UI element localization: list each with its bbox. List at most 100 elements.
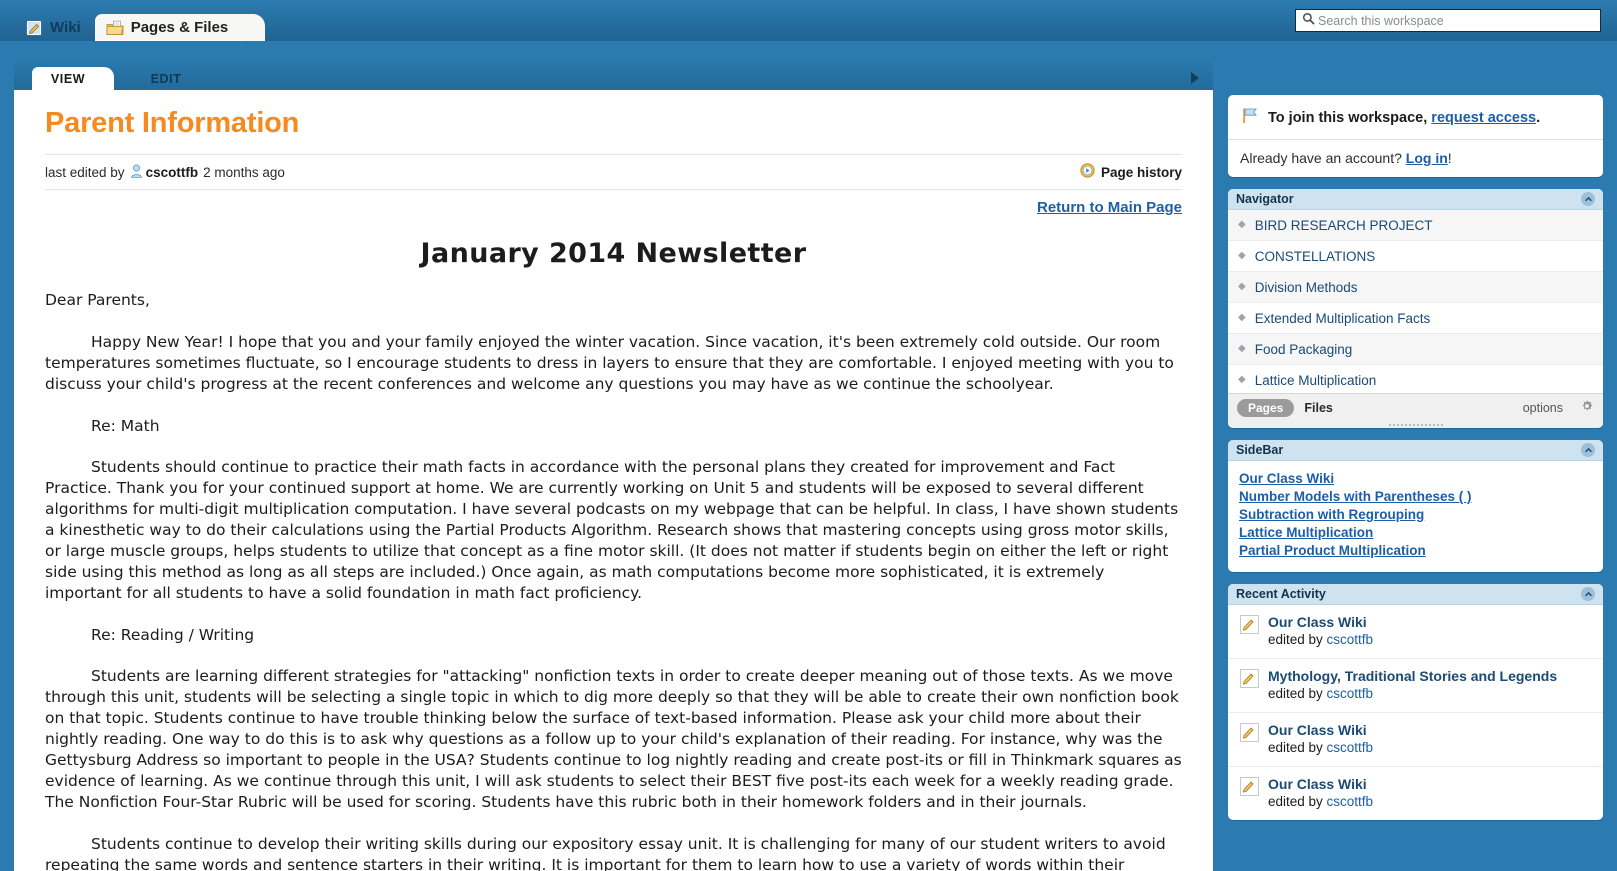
log-in-link[interactable]: Log in xyxy=(1406,150,1448,166)
last-editor-name[interactable]: cscottfb xyxy=(146,165,199,180)
activity-title[interactable]: Our Class Wiki xyxy=(1268,614,1373,631)
activity-subtitle: edited by cscottfb xyxy=(1268,631,1373,649)
newsletter-paragraph: Students continue to develop their writi… xyxy=(45,835,1166,871)
sidebar-links-list: Our Class Wiki Number Models with Parent… xyxy=(1228,461,1603,572)
recent-activity-card: Recent Activity Our Class Wiki edited by… xyxy=(1228,584,1603,820)
navigator-list: ◆ BIRD RESEARCH PROJECT ◆ CONSTELLATIONS ◆… xyxy=(1228,210,1603,393)
navigator-item[interactable]: ◆ BIRD RESEARCH PROJECT xyxy=(1228,210,1603,241)
sidebar-link[interactable]: Lattice Multiplication xyxy=(1239,524,1592,542)
activity-item[interactable]: Our Class Wiki edited by cscottfb xyxy=(1228,605,1603,659)
search-icon xyxy=(1302,12,1315,30)
newsletter-heading: January 2014 Newsletter xyxy=(420,238,807,269)
navigator-options-label[interactable]: options xyxy=(1523,401,1563,415)
sidebar-links-card: SideBar Our Class Wiki Number Models wit… xyxy=(1228,440,1603,572)
join-workspace-text: To join this workspace, request access. xyxy=(1268,110,1540,126)
pencil-icon xyxy=(1240,615,1259,634)
newsletter-paragraph: Dear Parents, xyxy=(45,291,150,309)
navigator-item[interactable]: ◆ CONSTELLATIONS xyxy=(1228,241,1603,272)
recent-activity-header: Recent Activity xyxy=(1228,584,1603,605)
activity-title[interactable]: Our Class Wiki xyxy=(1268,722,1373,739)
already-have-account-row: Already have an account? Log in! xyxy=(1228,139,1603,177)
sidebar-link[interactable]: Subtraction with Regrouping xyxy=(1239,506,1592,524)
newsletter-paragraph: Happy New Year! I hope that you and your… xyxy=(45,333,1174,393)
navigator-footer: Pages Files options xyxy=(1228,393,1603,421)
navigator-pages-tab[interactable]: Pages xyxy=(1237,398,1295,417)
pencil-icon xyxy=(1240,669,1259,688)
search-box[interactable] xyxy=(1295,9,1601,32)
page-content-card: Parent Information last edited by cscott… xyxy=(14,90,1213,871)
recent-activity-list: Our Class Wiki edited by cscottfb Mythol… xyxy=(1228,605,1603,820)
chevron-up-icon[interactable] xyxy=(1581,587,1595,601)
navigator-resize-handle[interactable] xyxy=(1228,421,1603,428)
activity-text: Mythology, Traditional Stories and Legen… xyxy=(1268,668,1557,703)
tab-edit-label: EDIT xyxy=(150,72,182,86)
activity-user[interactable]: cscottfb xyxy=(1327,632,1374,647)
navigator-item[interactable]: ◆ Division Methods xyxy=(1228,272,1603,303)
activity-action: edited by xyxy=(1268,632,1327,647)
activity-user[interactable]: cscottfb xyxy=(1327,740,1374,755)
newsletter-body: January 2014 Newsletter Dear Parents, Ha… xyxy=(45,238,1182,871)
activity-title[interactable]: Mythology, Traditional Stories and Legen… xyxy=(1268,668,1557,685)
page-history-label: Page history xyxy=(1100,164,1182,180)
navigator-title: Navigator xyxy=(1236,192,1294,206)
tab-overflow-arrow-icon[interactable] xyxy=(1191,72,1199,84)
bullet-icon: ◆ xyxy=(1238,343,1246,354)
search-input[interactable] xyxy=(1318,12,1600,29)
bullet-icon: ◆ xyxy=(1238,219,1246,230)
activity-subtitle: edited by cscottfb xyxy=(1268,685,1557,703)
join-workspace-row: To join this workspace, request access. xyxy=(1228,95,1603,139)
navigator-item-label: BIRD RESEARCH PROJECT xyxy=(1254,217,1433,233)
folder-page-icon xyxy=(106,19,124,37)
activity-item[interactable]: Our Class Wiki edited by cscottfb xyxy=(1228,713,1603,767)
return-to-main-page-link[interactable]: Return to Main Page xyxy=(1037,199,1182,216)
navigator-item[interactable]: ◆ Extended Multiplication Facts xyxy=(1228,303,1603,334)
chevron-up-icon[interactable] xyxy=(1581,443,1595,457)
sidebar-link[interactable]: Partial Product Multiplication xyxy=(1239,542,1592,560)
tab-edit[interactable]: EDIT xyxy=(130,67,202,91)
activity-item[interactable]: Mythology, Traditional Stories and Legen… xyxy=(1228,659,1603,713)
last-edited-label: last edited by xyxy=(45,164,125,180)
navigator-item-label: Lattice Multiplication xyxy=(1254,372,1377,388)
request-access-link[interactable]: request access xyxy=(1431,110,1536,126)
join-suffix: . xyxy=(1536,109,1541,126)
user-avatar-icon xyxy=(130,164,143,181)
navigator-card: Navigator ◆ BIRD RESEARCH PROJECT ◆ CONSTE… xyxy=(1228,189,1603,428)
flag-icon xyxy=(1240,106,1259,129)
clock-icon xyxy=(1080,163,1095,181)
navigator-header: Navigator xyxy=(1228,189,1603,210)
last-edited-time: 2 months ago xyxy=(203,164,285,180)
page-history-link[interactable]: Page history xyxy=(1080,163,1182,181)
newsletter-subheading: Re: Math xyxy=(91,417,160,435)
sidebar-link[interactable]: Number Models with Parentheses ( ) xyxy=(1239,488,1592,506)
top-app-bar: Wiki Pages & Files xyxy=(0,0,1617,41)
sidebar-panel-header: SideBar xyxy=(1228,440,1603,461)
sidebar-link[interactable]: Our Class Wiki xyxy=(1239,470,1592,488)
newsletter-subheading: Re: Reading / Writing xyxy=(91,626,255,644)
chevron-up-icon[interactable] xyxy=(1581,192,1595,206)
navigator-files-tab[interactable]: Files xyxy=(1304,401,1333,415)
navigator-item[interactable]: ◆ Food Packaging xyxy=(1228,334,1603,365)
newsletter-paragraph: Students are learning different strategi… xyxy=(45,667,1182,811)
tab-view[interactable]: VIEW xyxy=(32,67,114,91)
activity-action: edited by xyxy=(1268,686,1327,701)
activity-subtitle: edited by cscottfb xyxy=(1268,739,1373,757)
bullet-icon: ◆ xyxy=(1238,374,1246,385)
app-tab-wiki[interactable]: Wiki xyxy=(14,14,95,41)
activity-subtitle: edited by cscottfb xyxy=(1268,793,1373,811)
gear-icon[interactable] xyxy=(1580,399,1594,416)
navigator-item-label: CONSTELLATIONS xyxy=(1254,248,1376,264)
page-title: Parent Information xyxy=(45,107,300,139)
account-prefix: Already have an account? xyxy=(1240,150,1406,166)
navigator-item[interactable]: ◆ Lattice Multiplication xyxy=(1228,365,1603,393)
activity-item[interactable]: Our Class Wiki edited by cscottfb xyxy=(1228,767,1603,820)
activity-user[interactable]: cscottfb xyxy=(1327,794,1374,809)
navigator-item-label: Food Packaging xyxy=(1254,341,1353,357)
sidebar-panel-title: SideBar xyxy=(1236,443,1284,457)
activity-text: Our Class Wiki edited by cscottfb xyxy=(1268,776,1373,811)
pencil-icon xyxy=(1240,777,1259,796)
activity-action: edited by xyxy=(1268,740,1327,755)
activity-text: Our Class Wiki edited by cscottfb xyxy=(1268,722,1373,757)
app-tab-pages-files[interactable]: Pages & Files xyxy=(94,14,265,41)
activity-title[interactable]: Our Class Wiki xyxy=(1268,776,1373,793)
activity-user[interactable]: cscottfb xyxy=(1327,686,1374,701)
